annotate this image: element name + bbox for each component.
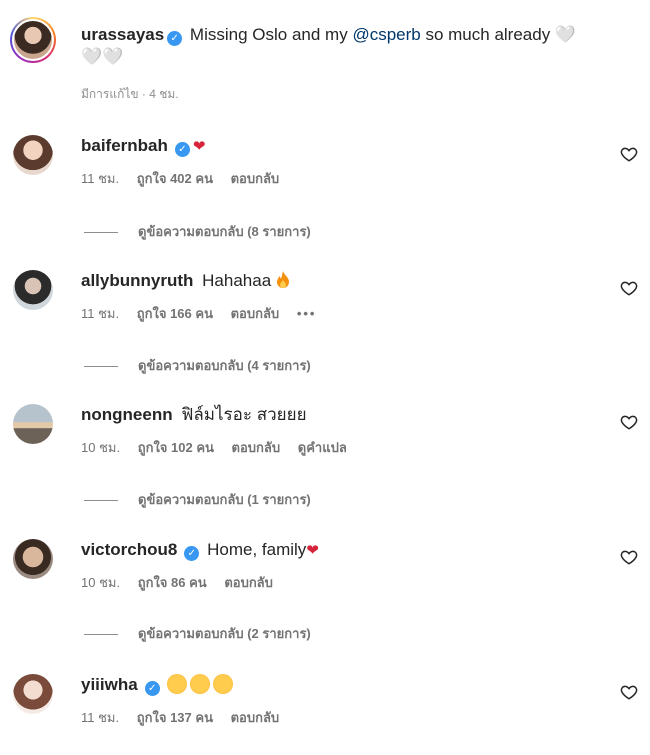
view-replies-button[interactable]: ดูข้อความตอบกลับ (4 รายการ) bbox=[84, 355, 311, 376]
heart-eyes-emoji bbox=[167, 674, 188, 694]
comment-likes[interactable]: ถูกใจ 102 คน bbox=[138, 440, 214, 455]
avatar[interactable] bbox=[13, 270, 53, 310]
comment-text: Hahahaa bbox=[202, 271, 272, 290]
fire-emoji bbox=[276, 271, 289, 288]
translate-button[interactable]: ดูคำแปล bbox=[298, 440, 347, 455]
caption-body-line2: 🤍🤍 bbox=[81, 47, 124, 66]
verified-badge-icon: ✓ bbox=[167, 31, 183, 46]
comment-meta: 10 ชม. ถูกใจ 102 คน ตอบกลับ ดูคำแปล bbox=[81, 437, 361, 458]
comment-username[interactable]: victorchou8 bbox=[81, 540, 177, 559]
heart-outline-icon[interactable] bbox=[620, 145, 638, 163]
red-heart-emoji: ❤ bbox=[192, 138, 206, 155]
heart-outline-icon[interactable] bbox=[620, 413, 638, 431]
heart-eyes-emojis bbox=[167, 674, 236, 694]
reply-button[interactable]: ตอบกลับ bbox=[231, 710, 280, 725]
view-replies-button[interactable]: ดูข้อความตอบกลับ (2 รายการ) bbox=[84, 623, 311, 644]
view-replies-label: ดูข้อความตอบกลับ (8 รายการ) bbox=[138, 224, 311, 239]
avatar[interactable] bbox=[13, 674, 53, 714]
caption-mention[interactable]: @csperb bbox=[352, 25, 420, 44]
comment-likes[interactable]: ถูกใจ 86 คน bbox=[138, 575, 207, 590]
verified-badge-icon: ✓ bbox=[184, 546, 200, 561]
view-replies-button[interactable]: ดูข้อความตอบกลับ (1 รายการ) bbox=[84, 489, 311, 510]
avatar[interactable] bbox=[13, 539, 53, 579]
caption-meta: มีการแก้ไข · 4 ชม. bbox=[81, 87, 179, 101]
comment-username[interactable]: nongneenn bbox=[81, 405, 173, 424]
heart-eyes-emoji bbox=[190, 674, 211, 694]
comment-username[interactable]: yiiiwha bbox=[81, 675, 138, 694]
comment-likes[interactable]: ถูกใจ 402 คน bbox=[137, 171, 213, 186]
red-heart-emoji: ❤ bbox=[306, 542, 319, 559]
post-caption: urassayas ✓ Missing Oslo and my @csperb s… bbox=[0, 0, 650, 115]
comment-meta: 10 ชม. ถูกใจ 86 คน ตอบกลับ bbox=[81, 572, 287, 593]
comment-time[interactable]: 11 ชม. bbox=[81, 710, 119, 725]
verified-badge-icon: ✓ bbox=[174, 142, 190, 157]
comment-likes[interactable]: ถูกใจ 166 คน bbox=[137, 306, 213, 321]
comment-time[interactable]: 11 ชม. bbox=[81, 306, 119, 321]
avatar[interactable] bbox=[13, 135, 53, 175]
replies-divider bbox=[84, 634, 118, 636]
view-replies-label: ดูข้อความตอบกลับ (4 รายการ) bbox=[138, 358, 311, 373]
caption-body-tail: so much already 🤍 bbox=[425, 25, 577, 44]
view-replies-label: ดูข้อความตอบกลับ (1 รายการ) bbox=[138, 492, 311, 507]
comment-time[interactable]: 10 ชม. bbox=[81, 440, 120, 455]
caption-text: urassayas ✓ Missing Oslo and my @csperb s… bbox=[81, 24, 621, 68]
author-username[interactable]: urassayas bbox=[81, 25, 164, 44]
reply-button[interactable]: ตอบกลับ bbox=[231, 306, 280, 321]
comment-text: Home, family bbox=[207, 540, 307, 559]
reply-button[interactable]: ตอบกลับ bbox=[224, 575, 273, 590]
verified-badge-icon: ✓ bbox=[144, 681, 160, 696]
comment-meta: 11 ชม. ถูกใจ 402 คน ตอบกลับ bbox=[81, 168, 293, 189]
caption-body: Missing Oslo and my bbox=[189, 25, 348, 44]
author-avatar[interactable] bbox=[10, 17, 56, 63]
avatar[interactable] bbox=[13, 404, 53, 444]
comment-username[interactable]: allybunnyruth bbox=[81, 271, 193, 290]
reply-button[interactable]: ตอบกลับ bbox=[232, 440, 281, 455]
view-replies-button[interactable]: ดูข้อความตอบกลับ (8 รายการ) bbox=[84, 221, 311, 242]
replies-divider bbox=[84, 366, 118, 368]
comment-meta: 11 ชม. ถูกใจ 137 คน ตอบกลับ bbox=[81, 707, 293, 728]
comment-time[interactable]: 11 ชม. bbox=[81, 171, 119, 186]
heart-eyes-emoji bbox=[213, 674, 234, 694]
heart-outline-icon[interactable] bbox=[620, 548, 638, 566]
comment-time[interactable]: 10 ชม. bbox=[81, 575, 120, 590]
comment-likes[interactable]: ถูกใจ 137 คน bbox=[137, 710, 213, 725]
more-options-icon[interactable]: ••• bbox=[297, 306, 317, 321]
comment-meta: 11 ชม. ถูกใจ 166 คน ตอบกลับ ••• bbox=[81, 303, 330, 324]
comment-text: ฟิล์มไรอะ สวยยย bbox=[181, 405, 307, 424]
replies-divider bbox=[84, 232, 118, 234]
replies-divider bbox=[84, 500, 118, 502]
heart-outline-icon[interactable] bbox=[620, 683, 638, 701]
heart-outline-icon[interactable] bbox=[620, 279, 638, 297]
reply-button[interactable]: ตอบกลับ bbox=[231, 171, 280, 186]
view-replies-label: ดูข้อความตอบกลับ (2 รายการ) bbox=[138, 626, 311, 641]
comment-username[interactable]: baifernbah bbox=[81, 136, 168, 155]
